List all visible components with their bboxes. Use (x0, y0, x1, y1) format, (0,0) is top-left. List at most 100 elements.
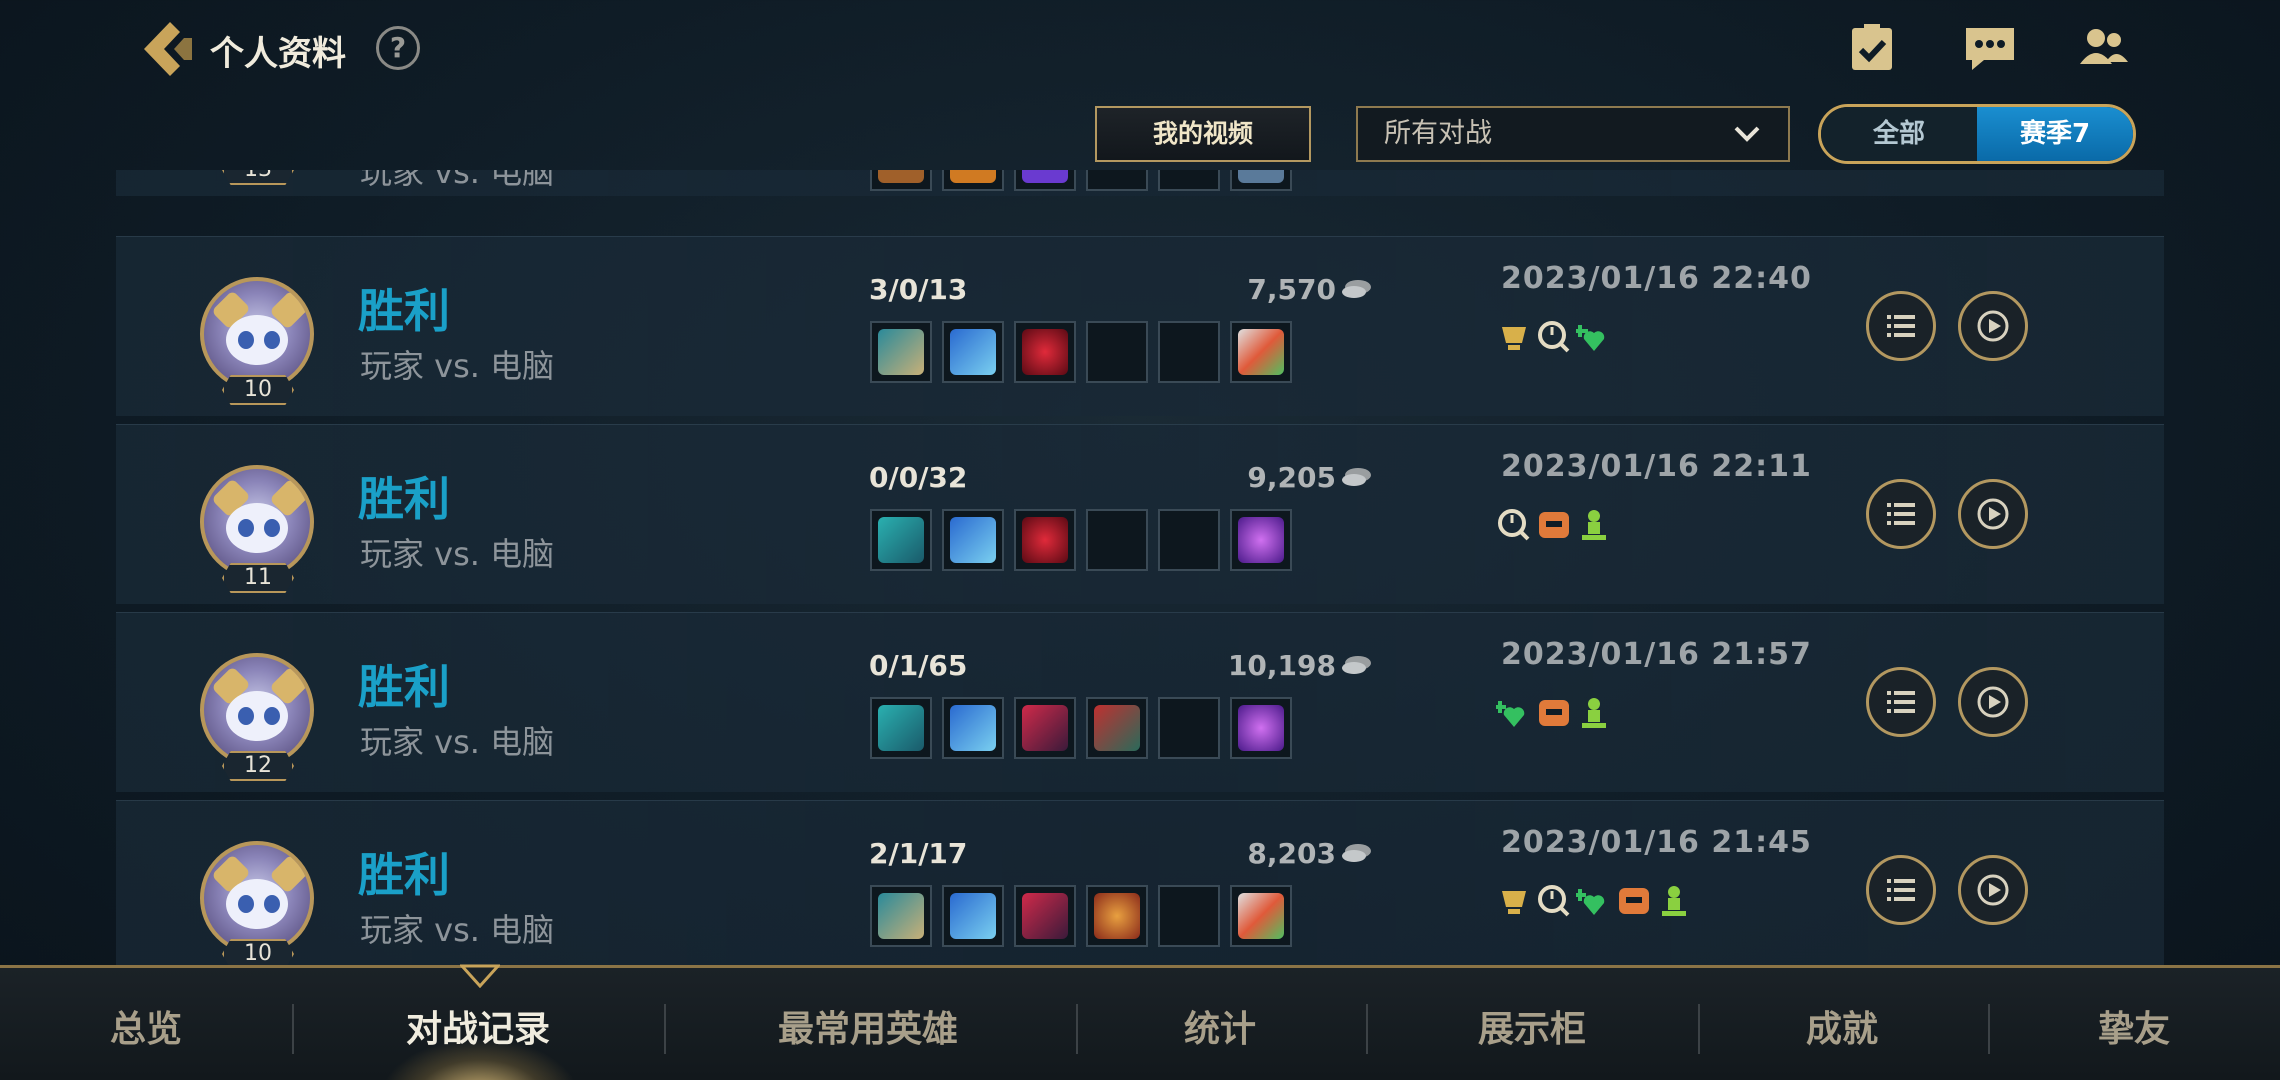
item-slot[interactable] (942, 321, 1004, 383)
green-heart-plus-icon (1576, 889, 1605, 915)
gold-trophy-icon (1502, 891, 1526, 914)
match-datetime: 2023/01/16 21:45 (1501, 825, 1812, 860)
item-slots (870, 509, 1302, 571)
item-slot[interactable] (1086, 697, 1148, 759)
item-slots (870, 697, 1302, 759)
clock-link-icon (1538, 321, 1570, 353)
item-slot[interactable] (1014, 321, 1076, 383)
item-slot[interactable] (1014, 885, 1076, 947)
green-pawn-icon (1662, 886, 1686, 916)
list-icon (1887, 879, 1915, 901)
item-slot (1230, 170, 1292, 191)
match-row[interactable]: 10 胜利 玩家 vs. 电脑 3/0/13 7,570 2023/01/16 … (116, 236, 2164, 416)
gold-trophy-icon (1502, 327, 1526, 350)
list-icon (1887, 691, 1915, 713)
season-7-option[interactable]: 赛季7 (1977, 107, 2133, 161)
gold-coins-icon (1342, 656, 1371, 674)
tab-top-champions[interactable]: 最常用英雄 (778, 1000, 958, 1052)
item-slot[interactable] (1014, 509, 1076, 571)
kda: 0/1/65 (869, 649, 968, 682)
match-details-button[interactable] (1866, 291, 1936, 361)
trinket-slot[interactable] (1230, 321, 1292, 383)
clock-link-icon (1498, 509, 1530, 541)
match-details-button[interactable] (1866, 855, 1936, 925)
champion-avatar (200, 277, 314, 391)
match-details-button[interactable] (1866, 667, 1936, 737)
match-datetime: 2023/01/16 22:11 (1501, 449, 1812, 484)
orange-chat-icon (1539, 700, 1569, 726)
replay-button[interactable] (1958, 667, 2028, 737)
help-icon[interactable]: ? (376, 26, 420, 70)
green-pawn-icon (1582, 698, 1606, 728)
gold-earned: 10,198 (1227, 649, 1336, 682)
item-slot[interactable] (870, 321, 932, 383)
kda: 3/0/13 (869, 273, 968, 306)
item-slot[interactable] (870, 885, 932, 947)
game-mode: 玩家 vs. 电脑 (360, 535, 555, 573)
green-pawn-icon (1582, 510, 1606, 540)
match-row[interactable]: 12 胜利 玩家 vs. 电脑 0/1/65 10,198 2023/01/16… (116, 612, 2164, 792)
match-badges (1496, 881, 1696, 921)
champion-avatar (200, 653, 314, 767)
match-row[interactable]: 11 胜利 玩家 vs. 电脑 0/0/32 9,205 2023/01/16 … (116, 424, 2164, 604)
match-badges (1496, 317, 1616, 357)
friends-icon[interactable] (2076, 22, 2132, 74)
season-all-option[interactable]: 全部 (1821, 107, 1977, 161)
champion-level: 12 (222, 751, 294, 781)
tab-showcase[interactable]: 展示柜 (1478, 1000, 1586, 1052)
item-slot (870, 170, 932, 191)
match-result: 胜利 (358, 472, 450, 526)
item-slot (1158, 885, 1220, 947)
match-type-dropdown[interactable]: 所有对战 (1356, 106, 1790, 162)
item-slot (1158, 170, 1220, 191)
item-slot (1158, 321, 1220, 383)
trinket-slot[interactable] (1230, 885, 1292, 947)
tab-match-history[interactable]: 对战记录 (406, 1000, 550, 1052)
tab-divider (1698, 1004, 1700, 1054)
checklist-icon[interactable] (1844, 22, 1900, 74)
match-row[interactable]: 10 胜利 玩家 vs. 电脑 2/1/17 8,203 2023/01/16 … (116, 800, 2164, 965)
replay-icon (1977, 874, 2009, 906)
tab-achievements[interactable]: 成就 (1806, 1000, 1878, 1052)
match-details-button[interactable] (1866, 479, 1936, 549)
season-toggle[interactable]: 全部 赛季7 (1818, 104, 2136, 164)
kda: 2/1/17 (869, 837, 968, 870)
item-slot[interactable] (942, 509, 1004, 571)
trinket-slot[interactable] (1230, 509, 1292, 571)
item-slot (1086, 321, 1148, 383)
list-icon (1887, 315, 1915, 337)
gold-earned: 8,203 (1247, 837, 1336, 870)
match-type-value: 所有对战 (1384, 118, 1492, 149)
trinket-slot[interactable] (1230, 697, 1292, 759)
my-videos-button[interactable]: 我的视频 (1095, 106, 1311, 162)
tab-divider (664, 1004, 666, 1054)
item-slot[interactable] (1086, 885, 1148, 947)
match-row-partial[interactable]: 13 玩家 vs. 电脑 (116, 170, 2164, 196)
match-history-list[interactable]: 13 玩家 vs. 电脑 10 胜利 玩家 vs. 电脑 3/0/13 7,57… (0, 170, 2280, 965)
item-slot[interactable] (870, 509, 932, 571)
item-slot (1086, 509, 1148, 571)
item-slots (870, 170, 1302, 191)
tab-stats[interactable]: 统计 (1184, 1000, 1256, 1052)
replay-button[interactable] (1958, 291, 2028, 361)
replay-button[interactable] (1958, 479, 2028, 549)
green-heart-plus-icon (1576, 325, 1605, 351)
item-slot[interactable] (1014, 697, 1076, 759)
replay-icon (1977, 498, 2009, 530)
item-slot[interactable] (942, 885, 1004, 947)
kda: 0/0/32 (869, 461, 968, 494)
match-result: 胜利 (358, 284, 450, 338)
tab-divider (1076, 1004, 1078, 1054)
item-slot (1158, 697, 1220, 759)
item-slot[interactable] (942, 697, 1004, 759)
item-slots (870, 321, 1302, 383)
gold-coins-icon (1342, 468, 1371, 486)
chat-bubble-icon[interactable] (1962, 22, 2018, 74)
item-slot[interactable] (870, 697, 932, 759)
tab-overview[interactable]: 总览 (110, 1000, 182, 1052)
back-arrow-icon[interactable] (140, 20, 194, 78)
gold-earned: 7,570 (1247, 273, 1336, 306)
tab-best-friends[interactable]: 挚友 (2098, 1000, 2170, 1052)
replay-button[interactable] (1958, 855, 2028, 925)
tab-divider (292, 1004, 294, 1054)
